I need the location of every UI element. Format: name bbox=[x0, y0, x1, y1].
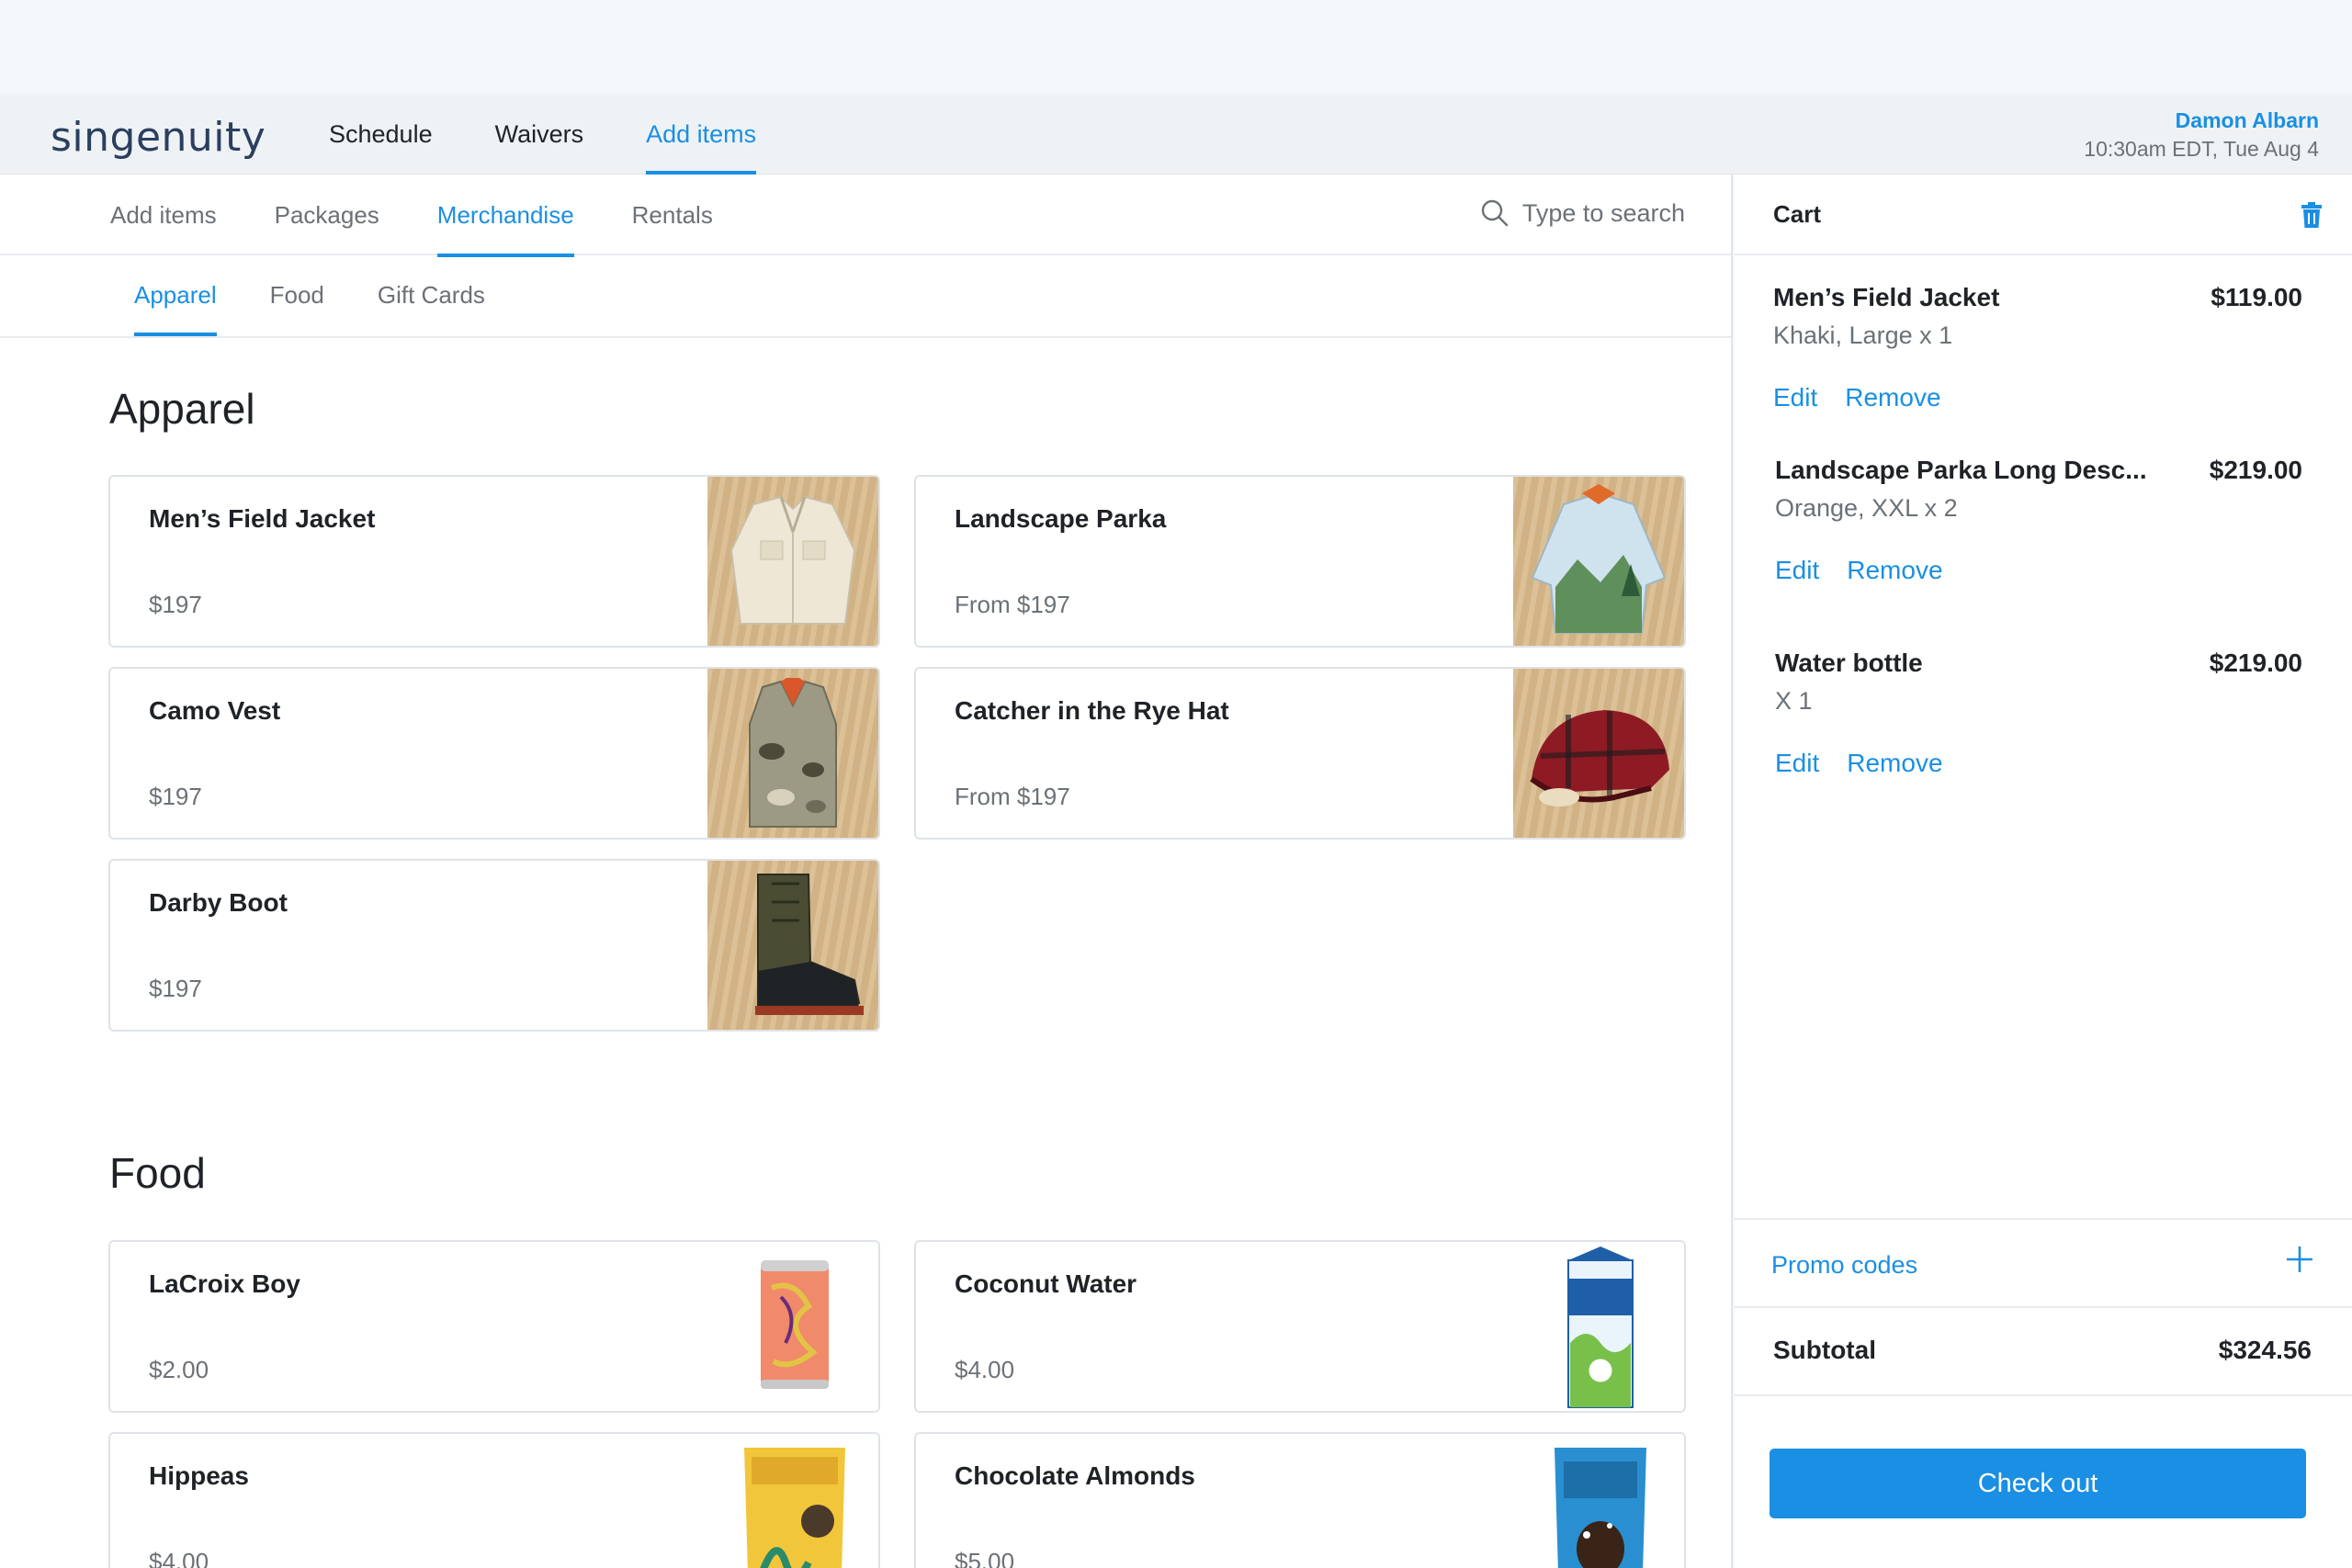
cart-item-price: $219.00 bbox=[2209, 456, 2302, 484]
product-card-lacroix-boy[interactable]: LaCroix Boy $2.00 bbox=[108, 1240, 880, 1413]
subtotal-row: Subtotal $324.56 bbox=[1735, 1308, 2352, 1396]
parka-image bbox=[1513, 477, 1684, 646]
cart-item-price: $219.00 bbox=[2209, 649, 2302, 677]
jacket-image bbox=[707, 477, 878, 646]
cart-item-name: Men’s Field Jacket bbox=[1773, 283, 2000, 311]
subnav: Add items Packages Merchandise Rentals T… bbox=[0, 175, 1731, 257]
tab-rentals[interactable]: Rentals bbox=[632, 175, 713, 255]
tab-food[interactable]: Food bbox=[270, 255, 324, 334]
edit-button[interactable]: Edit bbox=[1775, 556, 1819, 585]
product-card-darby-boot[interactable]: Darby Boot $197 bbox=[108, 859, 880, 1032]
cart-item-details: Orange, XXL x 2 bbox=[1775, 494, 1958, 522]
main-content: Add items Packages Merchandise Rentals T… bbox=[0, 175, 1733, 1568]
coconut-water-carton-image bbox=[1513, 1242, 1684, 1411]
product-price: $2.00 bbox=[149, 1356, 209, 1383]
cart-item-landscape-parka: Landscape Parka Long Desc... $219.00 Ora… bbox=[1775, 456, 2302, 585]
tab-packages[interactable]: Packages bbox=[275, 175, 379, 255]
plus-icon[interactable] bbox=[2284, 1244, 2315, 1275]
cart-item-name: Landscape Parka Long Desc... bbox=[1775, 456, 2147, 484]
product-card-hippeas[interactable]: Hippeas $4.00 bbox=[108, 1432, 880, 1568]
cart-panel: Cart Men’s Field Jacket $119.00 Khaki, L… bbox=[1735, 175, 2352, 1568]
remove-button[interactable]: Remove bbox=[1847, 749, 1942, 778]
product-card-camo-vest[interactable]: Camo Vest $197 bbox=[108, 667, 880, 840]
product-name: Men’s Field Jacket bbox=[149, 504, 376, 533]
search-input[interactable]: Type to search bbox=[1480, 198, 1685, 228]
section-title-food: Food bbox=[109, 1149, 206, 1197]
hippeas-bag-image bbox=[707, 1434, 878, 1568]
product-price: $197 bbox=[149, 591, 202, 618]
product-card-mens-field-jacket[interactable]: Men’s Field Jacket $197 bbox=[108, 475, 880, 648]
cart-item-water-bottle: Water bottle $219.00 X 1 Edit Remove bbox=[1775, 649, 2302, 778]
product-name: Landscape Parka bbox=[955, 504, 1167, 533]
promo-codes-label: Promo codes bbox=[1771, 1251, 1918, 1279]
product-card-coconut-water[interactable]: Coconut Water $4.00 bbox=[914, 1240, 1686, 1413]
clear-cart-button[interactable] bbox=[2301, 202, 2323, 232]
user-name[interactable]: Damon Albarn bbox=[2084, 108, 2319, 133]
tab-merchandise[interactable]: Merchandise bbox=[436, 175, 574, 257]
cart-item-name: Water bottle bbox=[1775, 649, 1923, 677]
edit-button[interactable]: Edit bbox=[1773, 383, 1817, 412]
product-price: $197 bbox=[149, 783, 202, 810]
cart-item-mens-field-jacket: Men’s Field Jacket $119.00 Khaki, Large … bbox=[1773, 283, 2302, 412]
boot-image bbox=[707, 861, 878, 1030]
nav-schedule[interactable]: Schedule bbox=[329, 94, 433, 175]
main-nav: Schedule Waivers Add items bbox=[329, 94, 757, 175]
cart-item-details: X 1 bbox=[1775, 687, 1813, 715]
promo-codes-row[interactable]: Promo codes bbox=[1735, 1218, 2352, 1308]
search-icon bbox=[1481, 199, 1509, 227]
lacroix-can-image bbox=[707, 1242, 878, 1411]
edit-button[interactable]: Edit bbox=[1775, 749, 1819, 778]
user-info: Damon Albarn 10:30am EDT, Tue Aug 4 bbox=[2084, 108, 2319, 162]
hat-image bbox=[1513, 669, 1684, 838]
search-placeholder: Type to search bbox=[1521, 198, 1685, 227]
product-name: Camo Vest bbox=[149, 696, 281, 725]
product-name: Darby Boot bbox=[149, 888, 288, 917]
product-price: $197 bbox=[149, 975, 202, 1002]
product-name: Hippeas bbox=[149, 1461, 249, 1490]
vest-image bbox=[707, 669, 878, 838]
product-name: Chocolate Almonds bbox=[955, 1461, 1195, 1490]
checkout-button[interactable]: Check out bbox=[1770, 1449, 2306, 1518]
tab-gift-cards[interactable]: Gift Cards bbox=[378, 255, 485, 334]
cart-header: Cart bbox=[1735, 175, 2352, 255]
product-price: $4.00 bbox=[149, 1548, 209, 1568]
product-name: Coconut Water bbox=[955, 1269, 1137, 1298]
subtotal-value: $324.56 bbox=[2218, 1336, 2312, 1364]
current-datetime: 10:30am EDT, Tue Aug 4 bbox=[2084, 137, 2319, 161]
cart-title: Cart bbox=[1773, 200, 1822, 228]
remove-button[interactable]: Remove bbox=[1847, 556, 1942, 585]
subtotal-label: Subtotal bbox=[1773, 1336, 1876, 1364]
top-navigation-bar: singenuity Schedule Waivers Add items Da… bbox=[0, 94, 2352, 175]
product-card-landscape-parka[interactable]: Landscape Parka From $197 bbox=[914, 475, 1686, 648]
cart-item-details: Khaki, Large x 1 bbox=[1773, 321, 1953, 349]
remove-button[interactable]: Remove bbox=[1845, 383, 1940, 412]
product-price: $4.00 bbox=[955, 1356, 1015, 1383]
product-name: LaCroix Boy bbox=[149, 1269, 300, 1298]
product-price: From $197 bbox=[955, 783, 1070, 810]
product-price: From $197 bbox=[955, 591, 1070, 618]
product-card-catcher-in-the-rye-hat[interactable]: Catcher in the Rye Hat From $197 bbox=[914, 667, 1686, 840]
cart-item-price: $119.00 bbox=[2211, 283, 2302, 311]
tab-add-items[interactable]: Add items bbox=[110, 175, 217, 255]
singenuity-logo[interactable]: singenuity bbox=[51, 114, 266, 161]
product-name: Catcher in the Rye Hat bbox=[955, 696, 1229, 725]
product-price: $5.00 bbox=[955, 1548, 1015, 1568]
tab-apparel[interactable]: Apparel bbox=[134, 255, 217, 336]
trash-icon bbox=[2301, 202, 2322, 228]
category-nav: Apparel Food Gift Cards bbox=[0, 255, 1731, 338]
section-title-apparel: Apparel bbox=[109, 385, 255, 433]
nav-add-items[interactable]: Add items bbox=[646, 94, 757, 175]
chocolate-almonds-bag-image bbox=[1513, 1434, 1684, 1568]
product-card-chocolate-almonds[interactable]: Chocolate Almonds $5.00 bbox=[914, 1432, 1686, 1568]
nav-waivers[interactable]: Waivers bbox=[495, 94, 584, 175]
